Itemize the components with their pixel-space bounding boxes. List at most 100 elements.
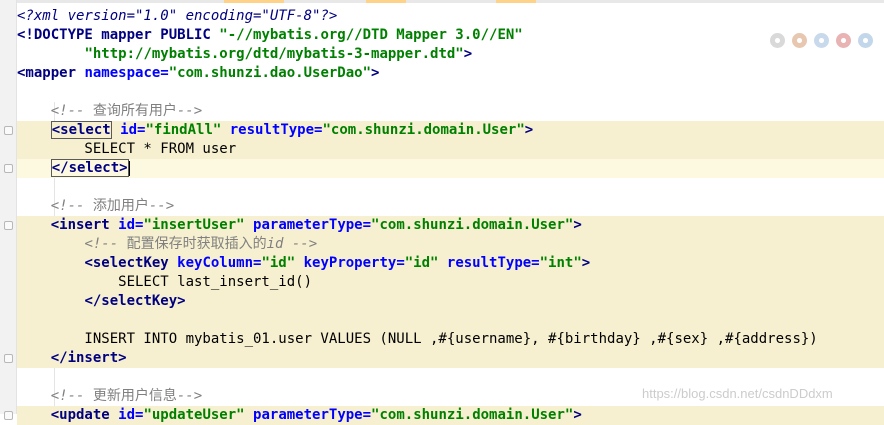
- xml-tag: >: [581, 255, 591, 271]
- attribute-name: keyColumn=: [177, 255, 262, 271]
- code-line[interactable]: <mapper namespace="com.shunzi.dao.UserDa…: [17, 64, 379, 83]
- xml-tag: <!DOCTYPE mapper PUBLIC: [17, 27, 220, 43]
- ie-icon[interactable]: [814, 33, 829, 48]
- code-text: SELECT last_insert_id(): [17, 274, 313, 290]
- attribute-name: id=: [118, 407, 144, 423]
- attribute-value: "id": [404, 255, 439, 271]
- xml-comment: 添加用户: [92, 198, 149, 214]
- edge-icon[interactable]: [858, 33, 873, 48]
- code-line[interactable]: INSERT INTO mybatis_01.user VALUES (NULL…: [17, 330, 818, 349]
- xml-tag: >: [573, 217, 582, 233]
- attribute-value: "http://mybatis.org/dtd/mybatis-3-mapper…: [84, 46, 464, 62]
- code-line[interactable]: </insert>: [17, 349, 127, 368]
- open-in-browser-toolbar: [770, 33, 873, 48]
- attribute-value: "com.shunzi.domain.User": [371, 217, 574, 233]
- attribute-name: id=: [120, 122, 146, 138]
- xml-tag: >: [524, 122, 534, 138]
- code-line[interactable]: <!DOCTYPE mapper PUBLIC "-//mybatis.org/…: [17, 26, 523, 45]
- attribute-name: parameterType=: [244, 217, 372, 233]
- xml-tag: <selectKey: [84, 255, 178, 271]
- code-text: INSERT INTO mybatis_01.user VALUES (NULL…: [17, 331, 818, 347]
- xml-comment: <!--: [50, 388, 93, 404]
- code-line[interactable]: <!-- 查询所有用户-->: [17, 102, 202, 121]
- code-line[interactable]: SELECT * FROM user: [17, 140, 236, 159]
- xml-tag: >: [573, 407, 582, 423]
- xml-tag: </selectKey>: [84, 293, 186, 309]
- code-line[interactable]: <!-- 配置保存时获取插入的id -->: [17, 235, 317, 254]
- editor-tab[interactable]: [224, 0, 284, 3]
- opera-icon[interactable]: [836, 33, 851, 48]
- xml-tag: </insert>: [50, 350, 127, 366]
- attribute-name: parameterType=: [244, 407, 372, 423]
- attribute-value: "int": [539, 255, 582, 271]
- xml-comment: <!--: [84, 236, 127, 252]
- chrome-icon[interactable]: [770, 33, 785, 48]
- code-line[interactable]: <!-- 添加用户-->: [17, 197, 174, 216]
- xml-tag: >: [463, 46, 473, 62]
- line-highlight: [17, 349, 884, 368]
- xml-comment: 查询所有用户: [92, 103, 177, 119]
- xml-tag: [112, 122, 120, 138]
- line-highlight: [17, 311, 884, 330]
- attribute-name: id=: [118, 217, 144, 233]
- xml-comment: id -->: [266, 236, 318, 252]
- text-caret: [128, 160, 130, 176]
- xml-tag: <update: [50, 407, 119, 423]
- attribute-value: "id": [261, 255, 296, 271]
- attribute-name: resultType=: [221, 122, 323, 138]
- attribute-value: "updateUser": [143, 407, 245, 423]
- editor-tab-strip[interactable]: [16, 0, 884, 3]
- fold-marker-icon[interactable]: [4, 221, 13, 230]
- attribute-value: "com.shunzi.dao.UserDao": [168, 65, 372, 81]
- xml-comment: -->: [148, 198, 175, 214]
- code-line[interactable]: <!-- 更新用户信息-->: [17, 387, 202, 406]
- attribute-value: "com.shunzi.domain.User": [322, 122, 525, 138]
- editor-gutter[interactable]: [0, 0, 17, 414]
- matched-tag: <select: [50, 121, 112, 139]
- matched-tag: </select>: [50, 159, 129, 177]
- attribute-name: resultType=: [438, 255, 540, 271]
- xml-tag: <insert: [50, 217, 119, 233]
- xml-comment: -->: [176, 388, 203, 404]
- code-line[interactable]: <?xml version="1.0" encoding="UTF-8"?>: [17, 7, 337, 26]
- xml-tag: >: [371, 65, 380, 81]
- code-line[interactable]: <selectKey keyColumn="id" keyProperty="i…: [17, 254, 590, 273]
- code-line[interactable]: "http://mybatis.org/dtd/mybatis-3-mapper…: [17, 45, 472, 64]
- attribute-value: "findAll": [145, 122, 222, 138]
- line-highlight: [17, 159, 884, 178]
- code-line[interactable]: <select id="findAll" resultType="com.shu…: [17, 121, 533, 140]
- fold-marker-icon[interactable]: [4, 164, 13, 173]
- attribute-value: "insertUser": [143, 217, 245, 233]
- fold-marker-icon[interactable]: [4, 354, 13, 363]
- code-line[interactable]: SELECT last_insert_id(): [17, 273, 312, 292]
- code-line[interactable]: </selectKey>: [17, 292, 186, 311]
- code-line[interactable]: <update id="updateUser" parameterType="c…: [17, 406, 582, 425]
- fold-marker-icon[interactable]: [4, 411, 13, 420]
- firefox-icon[interactable]: [792, 33, 807, 48]
- attribute-name: namespace=: [84, 65, 169, 81]
- xml-comment: 更新用户信息: [92, 388, 177, 404]
- xml-declaration: <?xml version="1.0" encoding="UTF-8"?>: [17, 8, 338, 24]
- code-text: SELECT * FROM user: [17, 141, 237, 157]
- code-line[interactable]: </select>: [17, 159, 130, 178]
- xml-tag: <mapper: [17, 65, 85, 81]
- editor-tab[interactable]: [366, 0, 406, 3]
- editor-tab[interactable]: [496, 0, 536, 3]
- fold-marker-icon[interactable]: [4, 126, 13, 135]
- attribute-name: keyProperty=: [295, 255, 405, 271]
- xml-comment: -->: [176, 103, 203, 119]
- xml-comment: 配置保存时获取插入的: [126, 236, 267, 252]
- code-line[interactable]: <insert id="insertUser" parameterType="c…: [17, 216, 582, 235]
